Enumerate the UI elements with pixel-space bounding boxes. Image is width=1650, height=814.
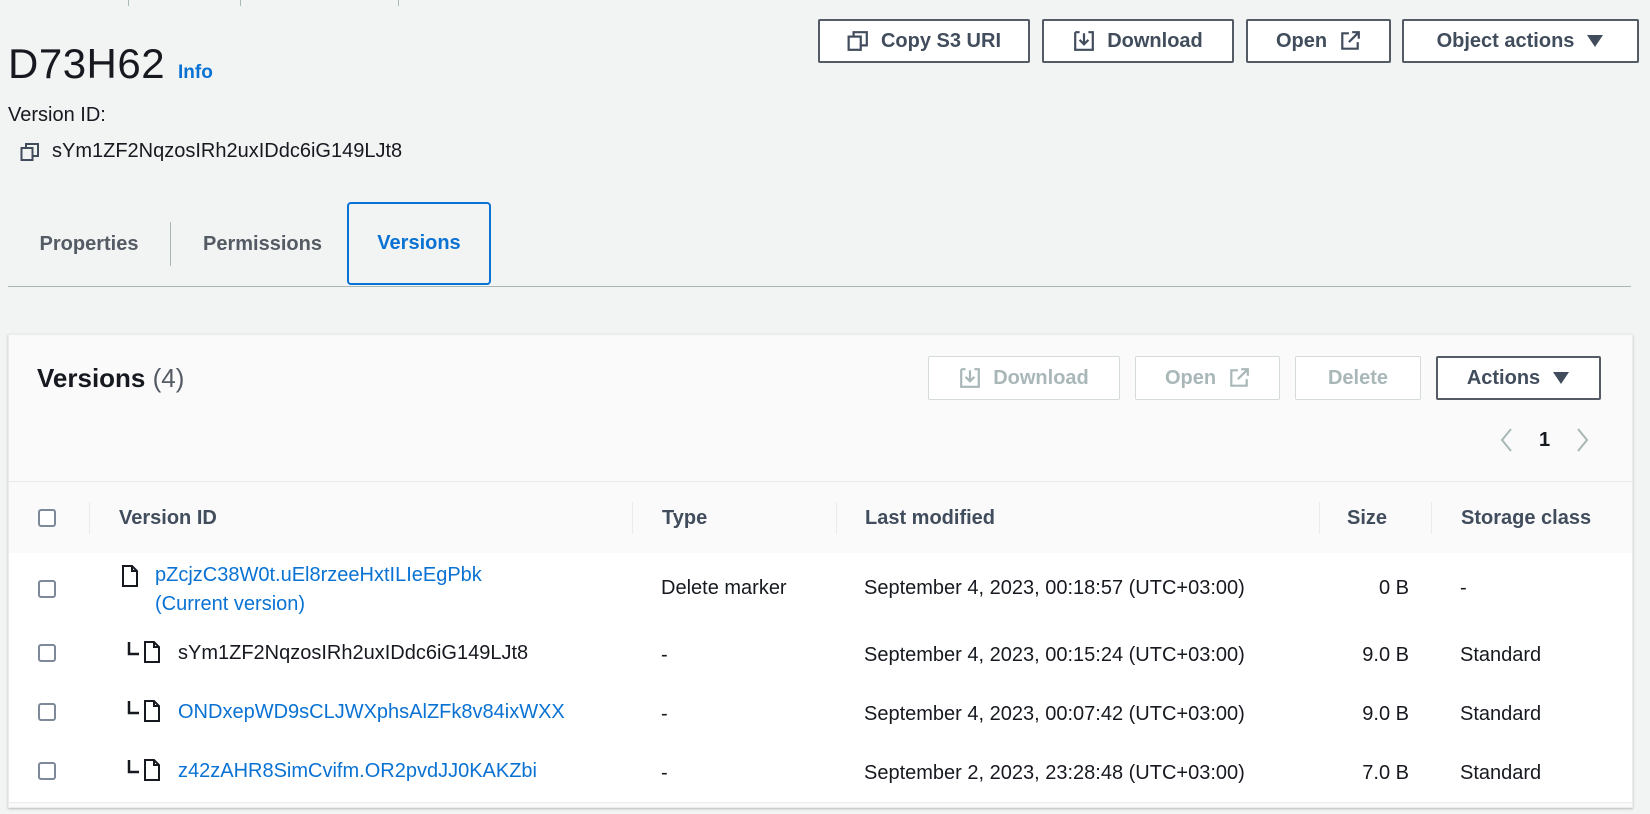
tab-properties-label: Properties bbox=[39, 232, 139, 255]
last-modified-cell: September 4, 2023, 00:07:42 (UTC+03:00) bbox=[864, 703, 1245, 725]
download-icon bbox=[959, 367, 981, 389]
version-id-text: sYm1ZF2NqzosIRh2uxIDdc6iG149LJt8 bbox=[178, 642, 529, 664]
type-cell: Delete marker bbox=[661, 577, 787, 599]
column-separator bbox=[836, 502, 837, 534]
versions-actions-button[interactable]: Actions bbox=[1436, 356, 1601, 400]
copy-s3-uri-label: Copy S3 URI bbox=[880, 29, 1002, 52]
row-checkbox[interactable] bbox=[38, 703, 56, 721]
column-header-last-modified[interactable]: Last modified bbox=[865, 482, 995, 554]
object-tabs: Properties Permissions Versions bbox=[8, 202, 1631, 287]
file-icon bbox=[143, 641, 161, 663]
versions-actions-label: Actions bbox=[1466, 366, 1541, 389]
versions-title: Versions bbox=[37, 363, 146, 393]
external-link-icon bbox=[1339, 30, 1361, 52]
size-cell: 0 B bbox=[1378, 577, 1409, 599]
version-id-link[interactable]: ONDxepWD9sCLJWXphsAlZFk8v84ixWXX bbox=[178, 701, 565, 724]
version-id-value: sYm1ZF2NqzosIRh2uxIDdc6iG149LJt8 bbox=[20, 140, 402, 163]
tab-versions[interactable]: Versions bbox=[347, 202, 491, 285]
tab-permissions[interactable]: Permissions bbox=[171, 202, 354, 286]
breadcrumb-remnant bbox=[0, 0, 1650, 6]
current-version-label: (Current version) bbox=[155, 593, 306, 615]
file-icon bbox=[143, 700, 161, 722]
size-cell: 9.0 B bbox=[1362, 644, 1409, 666]
download-button[interactable]: Download bbox=[1042, 19, 1234, 63]
versions-download-label: Download bbox=[993, 366, 1089, 389]
column-header-size[interactable]: Size bbox=[1347, 482, 1387, 554]
file-icon bbox=[143, 759, 161, 781]
chevron-left-icon[interactable] bbox=[1497, 427, 1517, 453]
tab-properties[interactable]: Properties bbox=[8, 202, 170, 286]
column-separator bbox=[89, 502, 90, 534]
versions-table-header: Version ID Type Last modified Size Stora… bbox=[9, 481, 1632, 555]
versions-open-label: Open bbox=[1164, 366, 1217, 389]
copy-icon[interactable] bbox=[20, 142, 40, 162]
open-button[interactable]: Open bbox=[1246, 19, 1391, 63]
storage-class-cell: Standard bbox=[1460, 703, 1542, 725]
size-cell: 9.0 B bbox=[1362, 703, 1409, 725]
object-actions-button[interactable]: Object actions bbox=[1402, 19, 1639, 63]
storage-class-cell: Standard bbox=[1460, 644, 1542, 666]
caret-down-icon bbox=[1586, 34, 1604, 48]
column-header-version-id[interactable]: Version ID bbox=[119, 482, 217, 554]
storage-class-cell: Standard bbox=[1460, 762, 1542, 784]
type-cell: - bbox=[661, 703, 668, 725]
versions-count: (4) bbox=[152, 363, 185, 393]
file-icon bbox=[121, 565, 139, 587]
version-id-link[interactable]: pZcjzC38W0t.uEl8rzeeHxtILIeEgPbk bbox=[155, 564, 482, 587]
copy-s3-uri-button[interactable]: Copy S3 URI bbox=[818, 19, 1030, 63]
select-all-checkbox[interactable] bbox=[38, 509, 56, 527]
type-cell: - bbox=[661, 762, 668, 784]
chevron-right-icon[interactable] bbox=[1572, 427, 1592, 453]
table-row[interactable]: z42zAHR8SimCvifm.OR2pvdJJ0KAKZbi - Septe… bbox=[9, 743, 1632, 803]
caret-down-icon bbox=[1552, 371, 1570, 385]
row-checkbox[interactable] bbox=[38, 580, 56, 598]
download-icon bbox=[1073, 30, 1095, 52]
versions-delete-label: Delete bbox=[1327, 366, 1389, 389]
tree-branch-icon bbox=[127, 760, 139, 774]
open-label: Open bbox=[1275, 29, 1328, 52]
table-row[interactable]: pZcjzC38W0t.uEl8rzeeHxtILIeEgPbk (Curren… bbox=[9, 553, 1632, 626]
external-link-icon bbox=[1228, 367, 1250, 389]
download-label: Download bbox=[1107, 29, 1203, 52]
storage-class-cell: - bbox=[1460, 577, 1467, 599]
current-page[interactable]: 1 bbox=[1539, 429, 1550, 452]
copy-icon bbox=[847, 30, 869, 52]
versions-delete-button[interactable]: Delete bbox=[1295, 356, 1421, 400]
versions-panel: Versions (4) Download Open Delete Action… bbox=[8, 334, 1633, 808]
versions-panel-title: Versions (4) bbox=[37, 363, 184, 394]
version-id-link[interactable]: z42zAHR8SimCvifm.OR2pvdJJ0KAKZbi bbox=[178, 760, 537, 783]
versions-open-button[interactable]: Open bbox=[1135, 356, 1280, 400]
last-modified-cell: September 2, 2023, 23:28:48 (UTC+03:00) bbox=[864, 762, 1245, 784]
column-separator bbox=[1431, 502, 1432, 534]
column-separator bbox=[632, 502, 633, 534]
row-checkbox[interactable] bbox=[38, 644, 56, 662]
column-separator bbox=[1319, 502, 1320, 534]
page-title: D73H62 bbox=[8, 40, 166, 87]
row-checkbox[interactable] bbox=[38, 762, 56, 780]
version-id-label: Version ID: bbox=[8, 104, 106, 126]
versions-download-button[interactable]: Download bbox=[928, 356, 1120, 400]
object-actions-label: Object actions bbox=[1436, 29, 1575, 52]
table-row[interactable]: sYm1ZF2NqzosIRh2uxIDdc6iG149LJt8 - Septe… bbox=[9, 625, 1632, 685]
last-modified-cell: September 4, 2023, 00:18:57 (UTC+03:00) bbox=[864, 577, 1245, 599]
pagination: 1 bbox=[1497, 425, 1592, 455]
column-header-storage-class[interactable]: Storage class bbox=[1461, 482, 1591, 554]
tree-branch-icon bbox=[127, 642, 139, 656]
info-link[interactable]: Info bbox=[178, 62, 213, 84]
tab-permissions-label: Permissions bbox=[203, 232, 322, 255]
table-row[interactable]: ONDxepWD9sCLJWXphsAlZFk8v84ixWXX - Septe… bbox=[9, 684, 1632, 744]
tab-versions-label: Versions bbox=[377, 232, 461, 254]
version-id-text: sYm1ZF2NqzosIRh2uxIDdc6iG149LJt8 bbox=[52, 140, 403, 162]
column-header-type[interactable]: Type bbox=[662, 482, 707, 554]
last-modified-cell: September 4, 2023, 00:15:24 (UTC+03:00) bbox=[864, 644, 1245, 666]
type-cell: - bbox=[661, 644, 668, 666]
size-cell: 7.0 B bbox=[1362, 762, 1409, 784]
tree-branch-icon bbox=[127, 701, 139, 715]
